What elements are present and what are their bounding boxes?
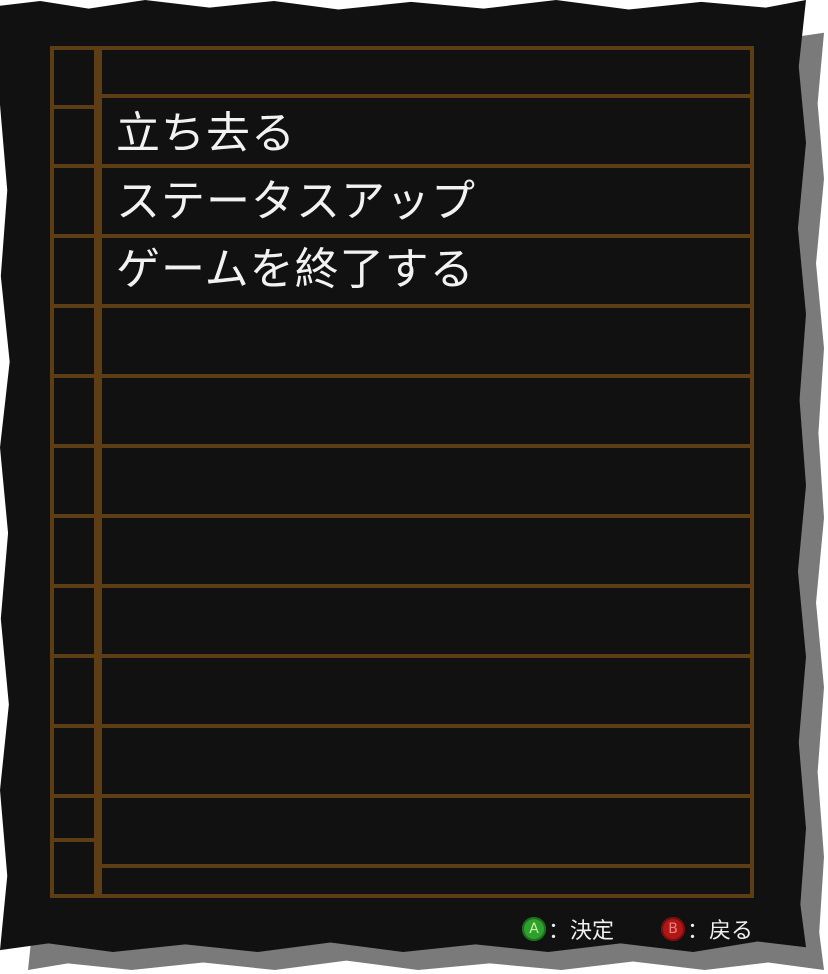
back-hint: ：戻る [687,919,754,944]
grid-row-line [50,514,754,518]
grid-border-bottom [50,894,754,898]
a-button-icon: A [522,917,546,941]
grid-margin-line [98,46,102,898]
grid-row-line [50,444,754,448]
menu-item-status-up[interactable]: ステータスアップ [116,172,476,232]
grid-row-line [98,94,754,98]
grid-row-line [50,654,754,658]
menu-item-quit-game[interactable]: ゲームを終了する [116,240,475,300]
grid-border-top [50,46,754,50]
grid-row-line [50,234,754,238]
grid-row-line [50,164,754,168]
grid-row-line [50,584,754,588]
grid-margin-tick [50,838,98,842]
b-button-icon: B [661,917,685,941]
grid-margin-tick [50,105,98,109]
menu-item-leave[interactable]: 立ち去る [116,104,296,164]
grid-row-line [98,864,754,868]
confirm-hint: ：決定 [548,919,615,944]
grid-border-left [50,46,54,898]
grid-row-line [50,304,754,308]
grid-row-line [50,724,754,728]
grid-border-right [750,46,754,898]
grid-row-line [50,374,754,378]
grid-row-line [50,794,754,798]
